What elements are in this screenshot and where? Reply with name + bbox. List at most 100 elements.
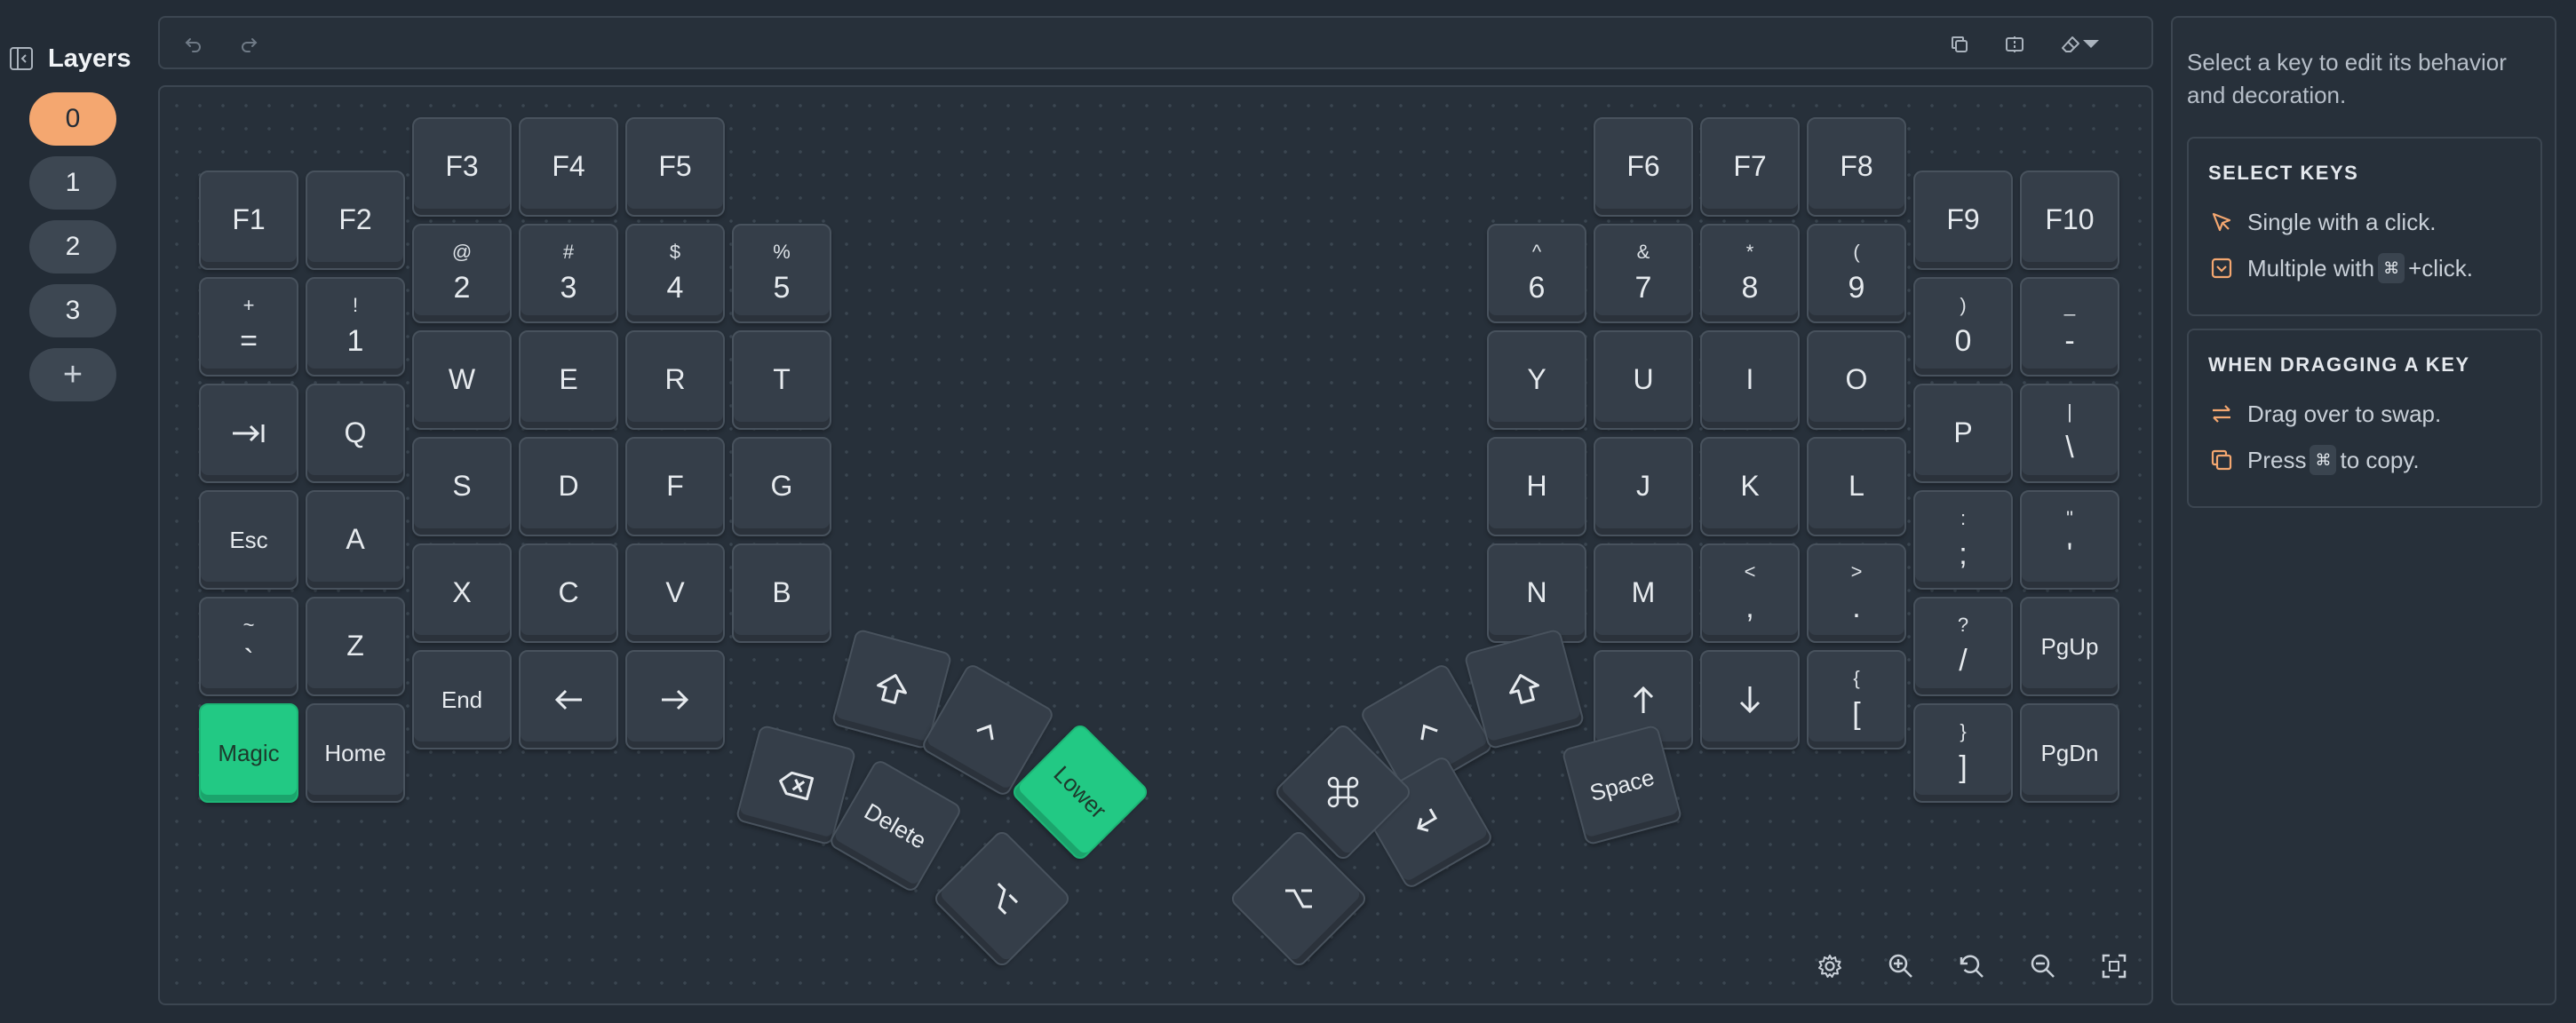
key-8[interactable]: * 8 [1700, 224, 1800, 323]
chevron-down-icon [2083, 40, 2099, 48]
key-f[interactable]: F [625, 437, 725, 536]
key-b[interactable]: B [732, 543, 831, 643]
key-x[interactable]: X [412, 543, 512, 643]
key-k[interactable]: K [1700, 437, 1800, 536]
key-magic[interactable]: Magic [199, 703, 298, 803]
key-5[interactable]: % 5 [732, 224, 831, 323]
key-s[interactable]: S [412, 437, 512, 536]
arrow-up-icon [1633, 686, 1654, 713]
key-2[interactable]: @2 [412, 224, 512, 323]
key-f2[interactable]: F2 [306, 170, 405, 270]
zoom-out-icon [2031, 954, 2055, 978]
key-p[interactable]: P [1913, 384, 2013, 483]
option-icon [997, 882, 1019, 916]
undo-button[interactable] [179, 30, 208, 59]
help-intro: Select a key to edit its behavior and de… [2187, 49, 2507, 108]
layer-1-button[interactable]: 1 [29, 156, 116, 210]
layer-0-button[interactable]: 0 [29, 92, 116, 146]
arrow-right-icon [662, 689, 689, 710]
key-i[interactable]: I [1700, 330, 1800, 430]
settings-button[interactable] [1812, 948, 1848, 984]
layers-sidebar: Layers 0 1 2 3 + [0, 0, 149, 1023]
zoom-out-button[interactable] [2025, 948, 2061, 984]
key-left-bracket[interactable]: {[ [1807, 650, 1906, 749]
key-g[interactable]: G [732, 437, 831, 536]
key-right[interactable] [625, 650, 725, 749]
key-r[interactable]: R [625, 330, 725, 430]
option-icon [1285, 889, 1312, 908]
mirror-button[interactable] [2000, 30, 2029, 59]
sidebar-header: Layers [9, 41, 131, 76]
key-left-alt[interactable] [931, 828, 1073, 970]
key-m[interactable]: M [1594, 543, 1693, 643]
keyboard-canvas[interactable]: F1 F2 F3 F4 F5 + = ! 1 @2 #3 $4 % 5 Q W E R… [158, 85, 2153, 1005]
fit-view-button[interactable] [2096, 948, 2132, 984]
key-left[interactable] [519, 650, 618, 749]
arrow-left-icon [554, 689, 582, 710]
key-f10[interactable]: F10 [2020, 170, 2119, 270]
key-u[interactable]: U [1594, 330, 1693, 430]
key-1[interactable]: ! 1 [306, 277, 405, 377]
key-f5[interactable]: F5 [625, 117, 725, 217]
arrow-down-icon [1739, 686, 1761, 714]
key-end[interactable]: End [412, 650, 512, 749]
key-3[interactable]: #3 [519, 224, 618, 323]
key-h[interactable]: H [1487, 437, 1586, 536]
key-f6[interactable]: F6 [1594, 117, 1693, 217]
key-f3[interactable]: F3 [412, 117, 512, 217]
key-6[interactable]: ^ 6 [1487, 224, 1586, 323]
key-backslash[interactable]: | \ [2020, 384, 2119, 483]
key-w[interactable]: W [412, 330, 512, 430]
redo-button[interactable] [235, 30, 263, 59]
key-right-bracket[interactable]: }] [1913, 703, 2013, 803]
add-layer-button[interactable]: + [29, 348, 116, 401]
key-v[interactable]: V [625, 543, 725, 643]
key-a[interactable]: A [306, 490, 405, 590]
key-minus[interactable]: _ - [2020, 277, 2119, 377]
key-n[interactable]: N [1487, 543, 1586, 643]
key-j[interactable]: J [1594, 437, 1693, 536]
key-semicolon[interactable]: :; [1913, 490, 2013, 590]
key-l[interactable]: L [1807, 437, 1906, 536]
key-f7[interactable]: F7 [1700, 117, 1800, 217]
key-o[interactable]: O [1807, 330, 1906, 430]
key-f8[interactable]: F8 [1807, 117, 1906, 217]
key-pgup[interactable]: PgUp [2020, 597, 2119, 696]
checkbox-select-icon [2208, 255, 2235, 282]
key-d[interactable]: D [519, 437, 618, 536]
key-home[interactable]: Home [306, 703, 405, 803]
key-tab[interactable] [199, 384, 298, 483]
key-t[interactable]: T [732, 330, 831, 430]
undo-icon [185, 38, 201, 52]
copy-layer-button[interactable] [1945, 30, 1974, 59]
key-esc[interactable]: Esc [199, 490, 298, 590]
layer-3-button[interactable]: 3 [29, 284, 116, 337]
reset-zoom-button[interactable] [1954, 948, 1990, 984]
key-grave[interactable]: ~ ` [199, 597, 298, 696]
zoom-in-button[interactable] [1883, 948, 1919, 984]
key-f4[interactable]: F4 [519, 117, 618, 217]
key-q[interactable]: Q [306, 384, 405, 483]
key-slash[interactable]: ? / [1913, 597, 2013, 696]
key-comma[interactable]: <, [1700, 543, 1800, 643]
key-quote[interactable]: " ' [2020, 490, 2119, 590]
shift-icon [877, 674, 907, 704]
key-4[interactable]: $4 [625, 224, 725, 323]
key-period[interactable]: >. [1807, 543, 1906, 643]
collapse-sidebar-button[interactable] [9, 46, 34, 71]
key-9[interactable]: (9 [1807, 224, 1906, 323]
key-f1[interactable]: F1 [199, 170, 298, 270]
eraser-icon [2062, 36, 2079, 52]
key-pgdn[interactable]: PgDn [2020, 703, 2119, 803]
key-z[interactable]: Z [306, 597, 405, 696]
key-7[interactable]: & 7 [1594, 224, 1693, 323]
key-down[interactable] [1700, 650, 1800, 749]
key-f9[interactable]: F9 [1913, 170, 2013, 270]
key-c[interactable]: C [519, 543, 618, 643]
key-e[interactable]: E [519, 330, 618, 430]
key-equal[interactable]: + = [199, 277, 298, 377]
key-y[interactable]: Y [1487, 330, 1586, 430]
clear-dropdown-button[interactable] [2054, 30, 2107, 59]
key-0[interactable]: ) 0 [1913, 277, 2013, 377]
layer-2-button[interactable]: 2 [29, 220, 116, 274]
